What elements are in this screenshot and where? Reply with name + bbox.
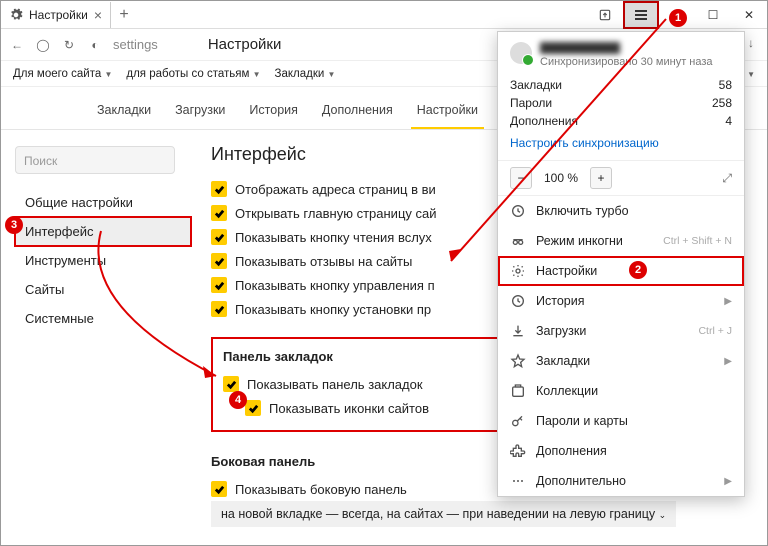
browser-tab[interactable]: Настройки × [1, 2, 111, 28]
menu-item-gear[interactable]: Настройки [498, 256, 744, 286]
download-icon [510, 323, 526, 339]
checkbox-icon[interactable] [211, 253, 227, 269]
titlebar: Настройки × + — ☐ ✕ [1, 1, 767, 29]
menu-item-history[interactable]: История ▶ [498, 286, 744, 316]
tab-close[interactable]: × [94, 7, 102, 23]
checkbox-icon[interactable] [211, 301, 227, 317]
menu-item-turbo[interactable]: Включить турбо [498, 196, 744, 226]
menu-item-download[interactable]: Загрузки Ctrl + J [498, 316, 744, 346]
menu-item-key[interactable]: Пароли и карты [498, 406, 744, 436]
menu-item-label: Настройки [536, 264, 597, 278]
tab-downloads[interactable]: Загрузки [169, 97, 231, 129]
menu-item-collection[interactable]: Коллекции [498, 376, 744, 406]
sidebar-item-tools[interactable]: Инструменты [15, 246, 191, 275]
sidebar-item-general[interactable]: Общие настройки [15, 188, 191, 217]
sync-settings-link[interactable]: Настроить синхронизацию [510, 136, 659, 150]
callout-4: 4 [229, 391, 247, 409]
callout-3: 3 [5, 216, 23, 234]
zoom-controls: − 100 % + ⤢ [498, 161, 744, 196]
tab-addons[interactable]: Дополнения [316, 97, 399, 129]
checkbox-icon[interactable] [211, 481, 227, 497]
shortcut: Ctrl + J [698, 325, 732, 337]
zoom-out-button[interactable]: − [510, 167, 532, 189]
sync-stat-row: Пароли258 [510, 94, 732, 112]
menu-item-incognito[interactable]: Режим инкогни Ctrl + Shift + N [498, 226, 744, 256]
user-name [540, 42, 620, 54]
menu-item-star[interactable]: Закладки ▶ [498, 346, 744, 376]
maximize-button[interactable]: ☐ [695, 1, 731, 29]
puzzle-icon [510, 443, 526, 459]
zoom-in-button[interactable]: + [590, 167, 612, 189]
sync-stat-row: Дополнения4 [510, 112, 732, 130]
key-icon [510, 413, 526, 429]
main-menu-panel: Синхронизировано 30 минут наза Закладки5… [497, 31, 745, 497]
sync-status: Синхронизировано 30 минут наза [540, 56, 713, 68]
bookmark-folder[interactable]: Закладки ▼ [271, 66, 340, 82]
star-icon [510, 353, 526, 369]
hamburger-menu[interactable] [623, 1, 659, 29]
tab-bookmarks[interactable]: Закладки [91, 97, 157, 129]
menu-item-label: Дополнения [536, 444, 607, 458]
page-title: Настройки [208, 36, 282, 53]
bookmark-folder[interactable]: Для моего сайта ▼ [9, 66, 116, 82]
home-icon[interactable]: ◯ [35, 37, 51, 53]
tab-history[interactable]: История [243, 97, 303, 129]
collection-icon [510, 383, 526, 399]
sync-block: Синхронизировано 30 минут наза Закладки5… [498, 32, 744, 161]
menu-item-label: История [536, 294, 584, 308]
turbo-icon [510, 203, 526, 219]
menu-item-label: Режим инкогни [536, 234, 623, 248]
checkbox-icon[interactable] [211, 181, 227, 197]
incognito-icon [510, 233, 526, 249]
history-icon [510, 293, 526, 309]
checkbox-icon[interactable] [245, 400, 261, 416]
tab-title: Настройки [29, 8, 88, 22]
sidebar-item-system[interactable]: Системные [15, 304, 191, 333]
back-icon[interactable]: ← [9, 37, 25, 53]
gear-icon [9, 8, 23, 22]
download-icon[interactable]: ↓ [743, 35, 759, 51]
url-text[interactable]: settings [113, 37, 158, 52]
sidebar-item-sites[interactable]: Сайты [15, 275, 191, 304]
menu-item-label: Дополнительно [536, 474, 626, 488]
menu-item-puzzle[interactable]: Дополнения [498, 436, 744, 466]
sidebar-item-interface[interactable]: Интерфейс [15, 217, 191, 246]
menu-item-label: Загрузки [536, 324, 586, 338]
checkbox-icon[interactable] [223, 376, 239, 392]
shield-icon[interactable]: ◐ [87, 37, 103, 53]
menu-item-label: Коллекции [536, 384, 598, 398]
menu-item-more[interactable]: Дополнительно ▶ [498, 466, 744, 496]
gear-icon [510, 263, 526, 279]
more-icon [510, 473, 526, 489]
chevron-right-icon: ▶ [724, 296, 732, 307]
shortcut: Ctrl + Shift + N [663, 235, 732, 247]
chevron-right-icon: ▶ [724, 476, 732, 487]
sync-stat-row: Закладки58 [510, 76, 732, 94]
tab-settings[interactable]: Настройки [411, 97, 484, 129]
checkbox-icon[interactable] [211, 229, 227, 245]
checkbox-icon[interactable] [211, 277, 227, 293]
callout-2: 2 [629, 261, 647, 279]
search-input[interactable]: Поиск [15, 146, 175, 174]
reload-icon[interactable]: ↻ [61, 37, 77, 53]
settings-sidebar: Поиск Общие настройки Интерфейс Инструме… [1, 130, 191, 527]
share-icon[interactable] [587, 1, 623, 29]
close-button[interactable]: ✕ [731, 1, 767, 29]
callout-1: 1 [669, 9, 687, 27]
avatar[interactable] [510, 42, 532, 64]
chevron-right-icon: ▶ [724, 356, 732, 367]
select-dropdown[interactable]: на новой вкладке — всегда, на сайтах — п… [211, 501, 676, 527]
fullscreen-icon[interactable]: ⤢ [722, 171, 732, 186]
bookmark-folder[interactable]: для работы со статьям ▼ [122, 66, 264, 82]
menu-item-label: Пароли и карты [536, 414, 628, 428]
checkbox-icon[interactable] [211, 205, 227, 221]
menu-item-label: Включить турбо [536, 204, 629, 218]
new-tab-button[interactable]: + [111, 6, 137, 24]
zoom-value: 100 % [544, 171, 578, 185]
menu-item-label: Закладки [536, 354, 590, 368]
